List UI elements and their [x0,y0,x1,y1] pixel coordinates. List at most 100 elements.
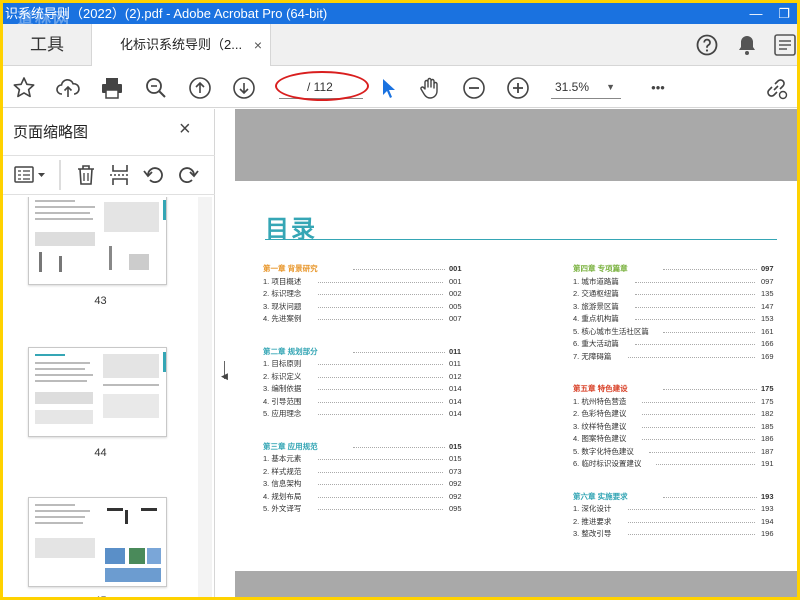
panel-splitter[interactable]: ◀ [215,109,235,597]
toc-page-number: 147 [761,301,774,311]
toc-chapter: 第一章 背景研究 001 [263,263,473,276]
extract-pages-icon[interactable] [107,162,133,188]
toc-page-number: 191 [761,459,774,468]
acrobat-window: 识系统导则（2022）(2).pdf - Adobe Acrobat Pro (… [3,3,797,597]
toc-entry[interactable]: 2. 样式规范 073 [263,466,473,479]
toc-entry[interactable]: 3. 信息架构 092 [263,478,473,491]
toc-entry[interactable]: 5. 数字化特色建议 187 [573,446,785,459]
next-page-icon[interactable] [231,75,257,101]
toc-entry-title: 3. 编制依据 [263,384,302,393]
toc-entry-title: 4. 规划布局 [263,491,302,501]
toc-entry-title: 4. 引导范围 [263,396,302,406]
toc-entry[interactable]: 3. 整改引导 196 [573,528,785,541]
toc-entry-title: 4. 先进案例 [263,314,302,323]
user-avatar-icon[interactable] [773,33,797,57]
toc-entry[interactable]: 3. 纹样特色建议 185 [573,421,785,434]
toc-entry-title: 5. 数字化特色建议 [573,446,634,456]
toc-entry[interactable]: 1. 城市道路篇 097 [573,276,785,289]
restore-button[interactable]: ❐ [771,3,797,24]
zoom-in-icon[interactable] [505,75,531,101]
toc-entry[interactable]: 4. 先进案例 007 [263,313,473,326]
panel-close-button[interactable]: × [179,118,191,141]
toc-page-number: 001 [449,276,462,286]
toc-entry[interactable]: 4. 规划布局 092 [263,491,473,504]
toc-entry[interactable]: 1. 项目概述 001 [263,276,473,289]
toc-page-number: 166 [761,339,774,348]
main-toolbar: / 112 31.5% ▼ ••• [3,66,797,108]
share-link-icon[interactable] [763,75,789,101]
toc-entry[interactable]: 2. 交通枢纽篇 135 [573,288,785,301]
toc-entry-title: 5. 外文译写 [263,504,302,513]
tab-document[interactable]: 化标识系统导则（2... × [91,24,271,67]
toc-entry[interactable]: 1. 基本元素 015 [263,453,473,466]
delete-page-icon[interactable] [73,162,99,188]
toc-entry[interactable]: 5. 核心城市生活社区篇 161 [573,326,785,339]
toc-page-number: 015 [449,454,462,463]
toc-entry-title: 2. 标识理念 [263,289,302,298]
toc-entry-title: 5. 核心城市生活社区篇 [573,326,649,336]
toc-entry[interactable]: 2. 标识定义 012 [263,371,473,384]
toc-entry[interactable]: 7. 无障碍篇 169 [573,351,785,364]
toc-entry[interactable]: 1. 杭州特色营造 175 [573,396,785,409]
zoom-search-icon[interactable] [143,75,169,101]
previous-page-icon[interactable] [187,75,213,101]
toc-page-number: 193 [761,491,774,501]
toc-entry[interactable]: 5. 外文译写 095 [263,503,473,516]
page-thumbnail[interactable] [28,497,167,587]
notification-bell-icon[interactable] [735,33,759,57]
toc-page-number: 186 [761,434,774,443]
toc-entry-title: 4. 重点机构篇 [573,314,619,323]
toc-entry-title: 1. 项目概述 [263,276,302,286]
more-tools-button[interactable]: ••• [645,75,671,101]
title-bar: 识系统导则（2022）(2).pdf - Adobe Acrobat Pro (… [3,3,797,28]
toc-entry[interactable]: 4. 引导范围 014 [263,396,473,409]
help-icon[interactable] [695,33,719,57]
toc-entry[interactable]: 4. 重点机构篇 153 [573,313,785,326]
page-thumbnail[interactable] [28,197,167,285]
tab-tools[interactable]: 工具 [3,24,91,66]
toc-page-number: 182 [761,409,774,418]
print-icon[interactable] [99,75,125,101]
tab-document-label: 化标识系统导则（2... [120,37,243,52]
thumbnail-page-number: 45 [3,595,198,597]
document-view[interactable]: 目录 第一章 背景研究 001 1. 项目概述 001 2. 标识理念 002 3. 现状问… [235,109,797,597]
toc-entry[interactable]: 3. 编制依据 014 [263,383,473,396]
toc-page-number: 014 [449,409,462,418]
toc-entry[interactable]: 3. 旅游景区篇 147 [573,301,785,314]
toc-page-number: 097 [761,264,774,273]
bookmark-star-icon[interactable] [11,75,37,101]
tab-close-button[interactable]: × [254,24,262,66]
toc-chapter: 第三章 应用规范 015 [263,441,473,454]
toc-entry-title: 1. 杭州特色营造 [573,396,627,406]
cloud-upload-icon[interactable] [55,75,81,101]
toc-entry[interactable]: 1. 目标原则 011 [263,358,473,371]
thumbnail-scrollbar[interactable] [198,197,212,597]
rotate-right-icon[interactable] [175,162,201,188]
toc-entry[interactable]: 2. 标识理念 002 [263,288,473,301]
toc-page-number: 095 [449,504,462,513]
zoom-level-dropdown[interactable]: 31.5% ▼ [551,75,621,99]
toc-entry-title: 2. 交通枢纽篇 [573,289,619,298]
toc-page-number: 196 [761,529,774,538]
toc-entry[interactable]: 2. 色彩特色建议 182 [573,408,785,421]
minimize-button[interactable]: — [743,3,769,24]
zoom-out-icon[interactable] [461,75,487,101]
rotate-left-icon[interactable] [141,162,167,188]
toc-page-number: 012 [449,371,462,381]
hand-tool-icon[interactable] [417,75,443,101]
toc-entry[interactable]: 5. 应用理念 014 [263,408,473,421]
page-thumbnail[interactable] [28,347,167,437]
thumbnail-options-icon[interactable] [13,162,49,188]
toc-entry[interactable]: 6. 重大活动篇 166 [573,338,785,351]
toc-page-number: 092 [449,479,462,488]
toc-entry[interactable]: 4. 图案特色建议 186 [573,433,785,446]
toc-entry[interactable]: 1. 深化设计 193 [573,503,785,516]
toc-entry[interactable]: 6. 临时标识设置建议 191 [573,458,785,471]
select-cursor-icon[interactable] [375,75,401,101]
heading-rule [265,239,777,240]
collapse-left-icon[interactable]: ◀ [221,371,228,382]
toc-chapter-title: 第一章 背景研究 [263,264,318,273]
toc-entry[interactable]: 2. 推进要求 194 [573,516,785,529]
toc-entry[interactable]: 3. 现状问题 005 [263,301,473,314]
toc-entry-title: 1. 目标原则 [263,359,302,368]
